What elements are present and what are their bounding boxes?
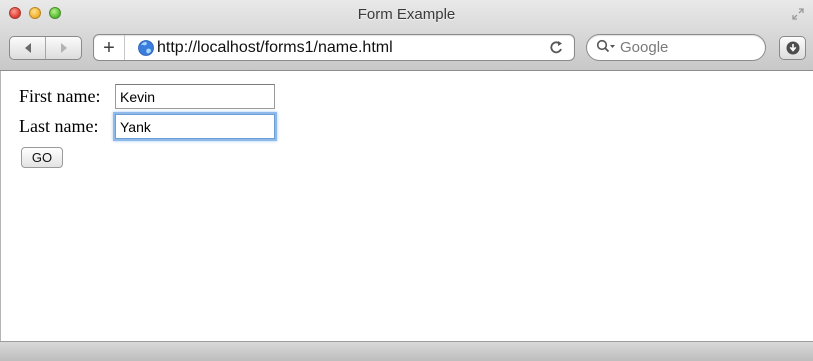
page-content: First name: Last name: GO [0,71,813,341]
last-name-label: Last name: [19,116,99,136]
last-name-input[interactable] [115,114,275,139]
back-forward-buttons [9,36,82,60]
back-arrow-icon [24,43,31,53]
browser-toolbar: Form Example + http://localhost/forms1/n… [0,0,813,71]
window-title: Form Example [357,6,456,23]
first-name-row: First name: [19,84,275,109]
search-field[interactable] [586,34,766,61]
downloads-button[interactable] [779,36,806,60]
first-name-input[interactable] [115,84,275,109]
browser-window: Form Example + http://localhost/forms1/n… [0,0,813,361]
plus-icon: + [103,36,115,59]
fullscreen-icon[interactable] [792,8,804,20]
reload-icon[interactable] [550,40,564,55]
forward-button[interactable] [45,37,81,59]
first-name-label: First name: [19,86,101,106]
last-name-row: Last name: [19,114,275,139]
url-text[interactable]: http://localhost/forms1/name.html [157,39,393,57]
search-input[interactable] [620,38,755,56]
downloads-icon [786,41,799,55]
globe-icon [138,40,154,56]
back-button[interactable] [10,37,45,59]
status-bar [0,341,813,361]
go-button[interactable]: GO [21,147,63,168]
forward-arrow-icon [60,43,67,53]
address-bar[interactable]: + http://localhost/forms1/name.html [93,34,575,61]
window-left-edge [0,71,1,341]
search-icon[interactable] [596,39,616,55]
new-tab-button[interactable]: + [94,35,125,60]
